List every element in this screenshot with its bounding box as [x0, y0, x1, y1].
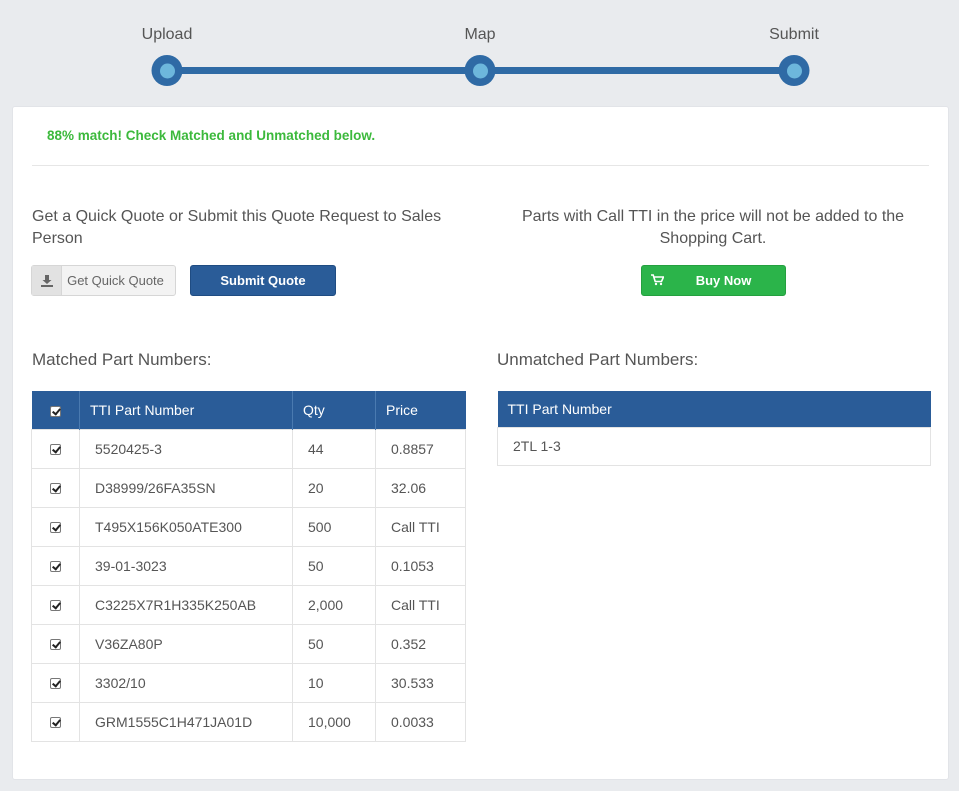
results-panel: 88% match! Check Matched and Unmatched b…	[12, 106, 949, 780]
column-header-price[interactable]: Price	[375, 391, 466, 429]
call-tti-link[interactable]: Call TTI	[375, 506, 466, 547]
buy-now-button[interactable]: Buy Now	[641, 265, 786, 296]
unmatched-title: Unmatched Part Numbers:	[497, 350, 699, 369]
row-checkbox-cell	[31, 623, 80, 664]
table-row: 3302/10 10 30.533	[31, 662, 466, 703]
row-checkbox[interactable]	[50, 639, 61, 651]
row-checkbox-cell	[31, 701, 80, 742]
part-number: D38999/26FA35SN	[79, 467, 293, 508]
part-number: C3225X7R1H335K250AB	[79, 584, 293, 625]
get-quick-quote-button[interactable]: Get Quick Quote	[31, 265, 176, 296]
quantity: 10	[292, 662, 376, 703]
unmatched-table: TTI Part Number 2TL 1-3	[497, 391, 931, 466]
price: 0.352	[375, 623, 466, 664]
step-dot-submit[interactable]	[778, 55, 810, 86]
row-checkbox[interactable]	[50, 561, 61, 573]
quote-instructions: Get a Quick Quote or Submit this Quote R…	[32, 208, 442, 247]
row-checkbox[interactable]	[50, 717, 61, 729]
row-checkbox-cell	[31, 506, 80, 547]
table-row: 2TL 1-3	[497, 426, 931, 466]
table-row: 39-01-3023 50 0.1053	[31, 545, 466, 586]
quantity: 44	[292, 428, 376, 469]
row-checkbox[interactable]	[50, 444, 61, 456]
table-row: GRM1555C1H471JA01D 10,000 0.0033	[31, 701, 466, 742]
row-checkbox-cell	[31, 584, 80, 625]
price: 32.06	[375, 467, 466, 508]
matched-header-row: TTI Part Number Qty Price	[31, 391, 466, 429]
row-checkbox-cell	[31, 662, 80, 703]
part-number: 5520425-3	[79, 428, 293, 469]
table-row: D38999/26FA35SN 20 32.06	[31, 467, 466, 508]
part-number: GRM1555C1H471JA01D	[79, 701, 293, 742]
step-dot-map[interactable]	[464, 55, 496, 86]
table-row: 5520425-3 44 0.8857	[31, 428, 466, 469]
step-label-submit: Submit	[769, 26, 819, 43]
part-number: V36ZA80P	[79, 623, 293, 664]
match-message: 88% match! Check Matched and Unmatched b…	[47, 128, 376, 143]
divider	[32, 165, 929, 166]
column-header-part[interactable]: TTI Part Number	[497, 391, 931, 427]
step-label-upload: Upload	[141, 26, 193, 43]
select-all-cell	[31, 391, 80, 429]
row-checkbox[interactable]	[50, 522, 61, 534]
matched-title: Matched Part Numbers:	[32, 350, 212, 369]
download-icon	[32, 266, 62, 295]
price: 0.8857	[375, 428, 466, 469]
quantity: 50	[292, 623, 376, 664]
part-number: 39-01-3023	[79, 545, 293, 586]
column-header-part[interactable]: TTI Part Number	[79, 391, 293, 429]
part-number: 3302/10	[79, 662, 293, 703]
quantity: 10,000	[292, 701, 376, 742]
progress-stepper: Upload Map Submit	[0, 0, 959, 100]
quantity: 50	[292, 545, 376, 586]
price: 30.533	[375, 662, 466, 703]
step-label-map: Map	[464, 26, 496, 43]
row-checkbox[interactable]	[50, 483, 61, 495]
row-checkbox-cell	[31, 545, 80, 586]
part-number: T495X156K050ATE300	[79, 506, 293, 547]
call-tti-link[interactable]: Call TTI	[375, 584, 466, 625]
price: 0.1053	[375, 545, 466, 586]
get-quick-quote-label: Get Quick Quote	[67, 273, 164, 288]
cart-notice: Parts with Call TTI in the price will no…	[521, 208, 905, 247]
column-header-qty[interactable]: Qty	[292, 391, 376, 429]
table-row: T495X156K050ATE300 500 Call TTI	[31, 506, 466, 547]
table-row: C3225X7R1H335K250AB 2,000 Call TTI	[31, 584, 466, 625]
unmatched-header-row: TTI Part Number	[497, 391, 931, 427]
quantity: 500	[292, 506, 376, 547]
part-number: 2TL 1-3	[497, 426, 931, 466]
step-dot-upload[interactable]	[151, 55, 183, 86]
row-checkbox-cell	[31, 428, 80, 469]
select-all-checkbox[interactable]	[49, 405, 61, 417]
matched-table: TTI Part Number Qty Price 5520425-3 44 0…	[31, 391, 466, 742]
row-checkbox[interactable]	[50, 600, 61, 612]
row-checkbox[interactable]	[50, 678, 61, 690]
shopping-cart-icon	[651, 274, 665, 289]
quantity: 2,000	[292, 584, 376, 625]
submit-quote-button[interactable]: Submit Quote	[190, 265, 336, 296]
table-row: V36ZA80P 50 0.352	[31, 623, 466, 664]
price: 0.0033	[375, 701, 466, 742]
buy-now-label: Buy Now	[695, 273, 752, 288]
quantity: 20	[292, 467, 376, 508]
row-checkbox-cell	[31, 467, 80, 508]
